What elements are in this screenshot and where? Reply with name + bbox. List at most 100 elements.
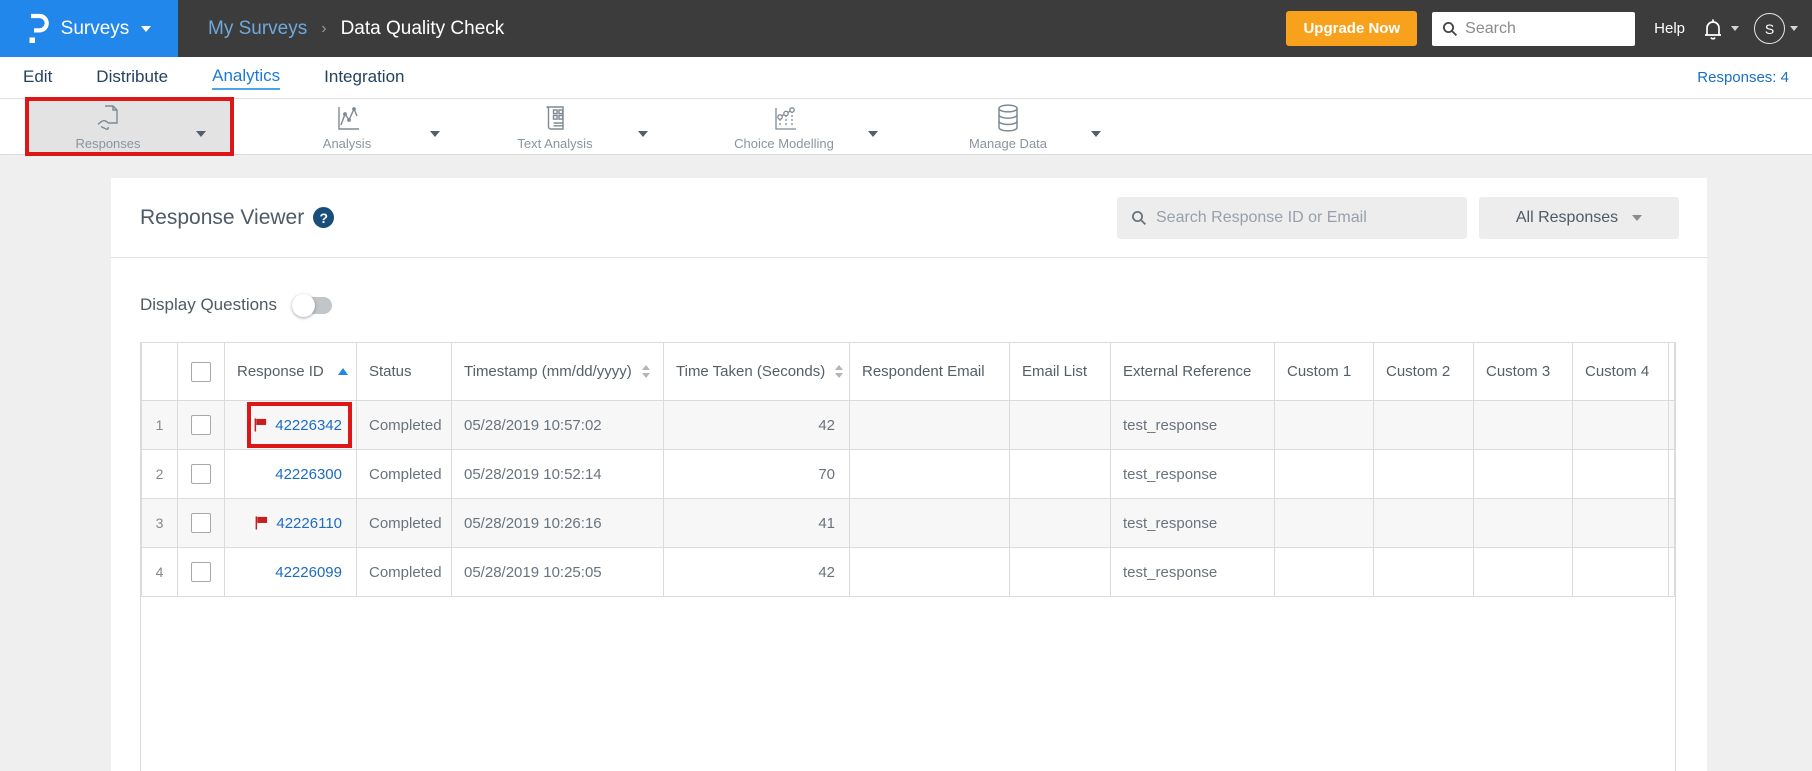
- col-external-reference: External Reference: [1110, 342, 1275, 401]
- col-custom-2: Custom 2: [1373, 342, 1474, 401]
- responses-filter-dropdown[interactable]: All Responses: [1479, 196, 1679, 239]
- time-taken-cell: 41: [663, 498, 850, 548]
- responses-icon: [93, 103, 123, 133]
- surveys-menu[interactable]: Surveys: [0, 0, 178, 57]
- response-id-link[interactable]: 42226342: [275, 417, 342, 434]
- status-cell: Completed: [356, 547, 452, 597]
- top-bar: Surveys My Surveys › Data Quality Check …: [0, 0, 1812, 57]
- spacer-cell: [1668, 498, 1675, 548]
- custom-3-cell: [1473, 547, 1573, 597]
- custom-4-cell: [1572, 547, 1669, 597]
- status-cell: Completed: [356, 400, 452, 450]
- time-taken-cell: 42: [663, 547, 850, 597]
- custom-1-cell: [1274, 547, 1374, 597]
- breadcrumb-separator: ›: [321, 19, 327, 37]
- custom-2-cell: [1373, 547, 1474, 597]
- upgrade-now-button[interactable]: Upgrade Now: [1286, 11, 1418, 46]
- row-checkbox[interactable]: [191, 464, 211, 484]
- breadcrumb: My Surveys › Data Quality Check: [208, 18, 504, 40]
- col-status: Status: [356, 342, 452, 401]
- chevron-down-icon[interactable]: [1091, 130, 1101, 137]
- account-menu[interactable]: S: [1754, 13, 1798, 44]
- col-spacer: [1668, 342, 1675, 401]
- product-name: Surveys: [60, 17, 130, 39]
- spacer-cell: [1668, 449, 1675, 499]
- custom-1-cell: [1274, 498, 1374, 548]
- col-time-taken[interactable]: Time Taken (Seconds): [663, 342, 850, 401]
- global-search-input[interactable]: [1465, 19, 1616, 38]
- toolbar-analysis-button[interactable]: Analysis: [272, 99, 440, 154]
- col-custom-4: Custom 4: [1572, 342, 1669, 401]
- timestamp-cell: 05/28/2019 10:52:14: [451, 449, 664, 499]
- custom-4-cell: [1572, 449, 1669, 499]
- external-reference-cell: test_response: [1110, 547, 1275, 597]
- main-content: Response Viewer ? All Responses Display …: [0, 155, 1812, 771]
- help-link[interactable]: Help: [1654, 20, 1685, 37]
- global-search: [1432, 11, 1636, 46]
- viewer-header: Response Viewer ? All Responses: [111, 178, 1707, 258]
- timestamp-cell: 05/28/2019 10:57:02: [451, 400, 664, 450]
- toolbar-item-label: Manage Data: [968, 135, 1048, 151]
- row-number: 3: [141, 498, 178, 548]
- toolbar-choice-modelling-button[interactable]: Choice Modelling: [708, 99, 878, 154]
- responses-count: Responses: 4: [1697, 69, 1789, 86]
- row-checkbox[interactable]: [191, 513, 211, 533]
- chevron-down-icon[interactable]: [430, 130, 440, 137]
- response-id-link[interactable]: 42226099: [275, 564, 342, 581]
- tab-analytics[interactable]: Analytics: [212, 66, 281, 90]
- custom-3-cell: [1473, 400, 1573, 450]
- toolbar-manage-data-button[interactable]: Manage Data: [933, 99, 1101, 154]
- response-id-cell: 42226099: [224, 547, 357, 597]
- toolbar-item-label: Analysis: [322, 135, 372, 151]
- response-id-link[interactable]: 42226110: [276, 515, 342, 532]
- chevron-down-icon[interactable]: [196, 130, 206, 137]
- notifications-menu[interactable]: [1700, 15, 1739, 43]
- toolbar-responses-button[interactable]: Responses: [25, 97, 234, 156]
- email-list-cell: [1009, 498, 1111, 548]
- avatar: S: [1754, 13, 1785, 44]
- status-cell: Completed: [356, 498, 452, 548]
- toolbar-text-analysis-button[interactable]: Text Analysis: [480, 99, 648, 154]
- response-search-input[interactable]: [1156, 208, 1436, 227]
- chevron-down-icon[interactable]: [638, 130, 648, 137]
- flag-icon: [253, 417, 268, 432]
- manage-data-icon: [994, 103, 1022, 133]
- tab-distribute[interactable]: Distribute: [96, 67, 168, 89]
- chevron-down-icon: [141, 25, 152, 32]
- col-respondent-email: Respondent Email: [849, 342, 1010, 401]
- response-id-cell: 42226110: [224, 498, 357, 548]
- row-checkbox[interactable]: [191, 562, 211, 582]
- tab-edit[interactable]: Edit: [23, 67, 52, 89]
- flag-icon: [254, 515, 269, 530]
- chevron-down-icon[interactable]: [868, 130, 878, 137]
- bell-icon: [1700, 15, 1726, 43]
- help-icon[interactable]: ?: [313, 207, 335, 228]
- respondent-email-cell: [849, 449, 1010, 499]
- response-viewer-card: Response Viewer ? All Responses Display …: [111, 178, 1707, 771]
- timestamp-cell: 05/28/2019 10:25:05: [451, 547, 664, 597]
- timestamp-cell: 05/28/2019 10:26:16: [451, 498, 664, 548]
- select-all-checkbox[interactable]: [191, 361, 211, 382]
- row-number: 2: [141, 449, 178, 499]
- col-timestamp[interactable]: Timestamp (mm/dd/yyyy): [451, 342, 664, 401]
- choice-modelling-icon: [769, 103, 799, 133]
- external-reference-cell: test_response: [1110, 449, 1275, 499]
- tab-integration[interactable]: Integration: [324, 67, 404, 89]
- display-questions-toggle[interactable]: [292, 293, 333, 317]
- survey-nav: Edit Distribute Analytics Integration Re…: [0, 57, 1812, 99]
- custom-2-cell: [1373, 449, 1474, 499]
- toolbar-item-label: Choice Modelling: [734, 135, 834, 151]
- breadcrumb-current: Data Quality Check: [340, 17, 505, 39]
- custom-4-cell: [1572, 400, 1669, 450]
- responses-table: Response ID Status Timestamp (mm/dd/yyyy…: [141, 342, 1675, 597]
- page-title: Response Viewer: [140, 205, 305, 229]
- response-id-link[interactable]: 42226300: [275, 466, 342, 483]
- email-list-cell: [1009, 449, 1111, 499]
- row-checkbox[interactable]: [191, 415, 211, 435]
- custom-3-cell: [1473, 498, 1573, 548]
- external-reference-cell: test_response: [1110, 400, 1275, 450]
- row-number: 4: [141, 547, 178, 597]
- col-response-id[interactable]: Response ID: [224, 342, 357, 401]
- breadcrumb-my-surveys[interactable]: My Surveys: [208, 18, 307, 40]
- respondent-email-cell: [849, 400, 1010, 450]
